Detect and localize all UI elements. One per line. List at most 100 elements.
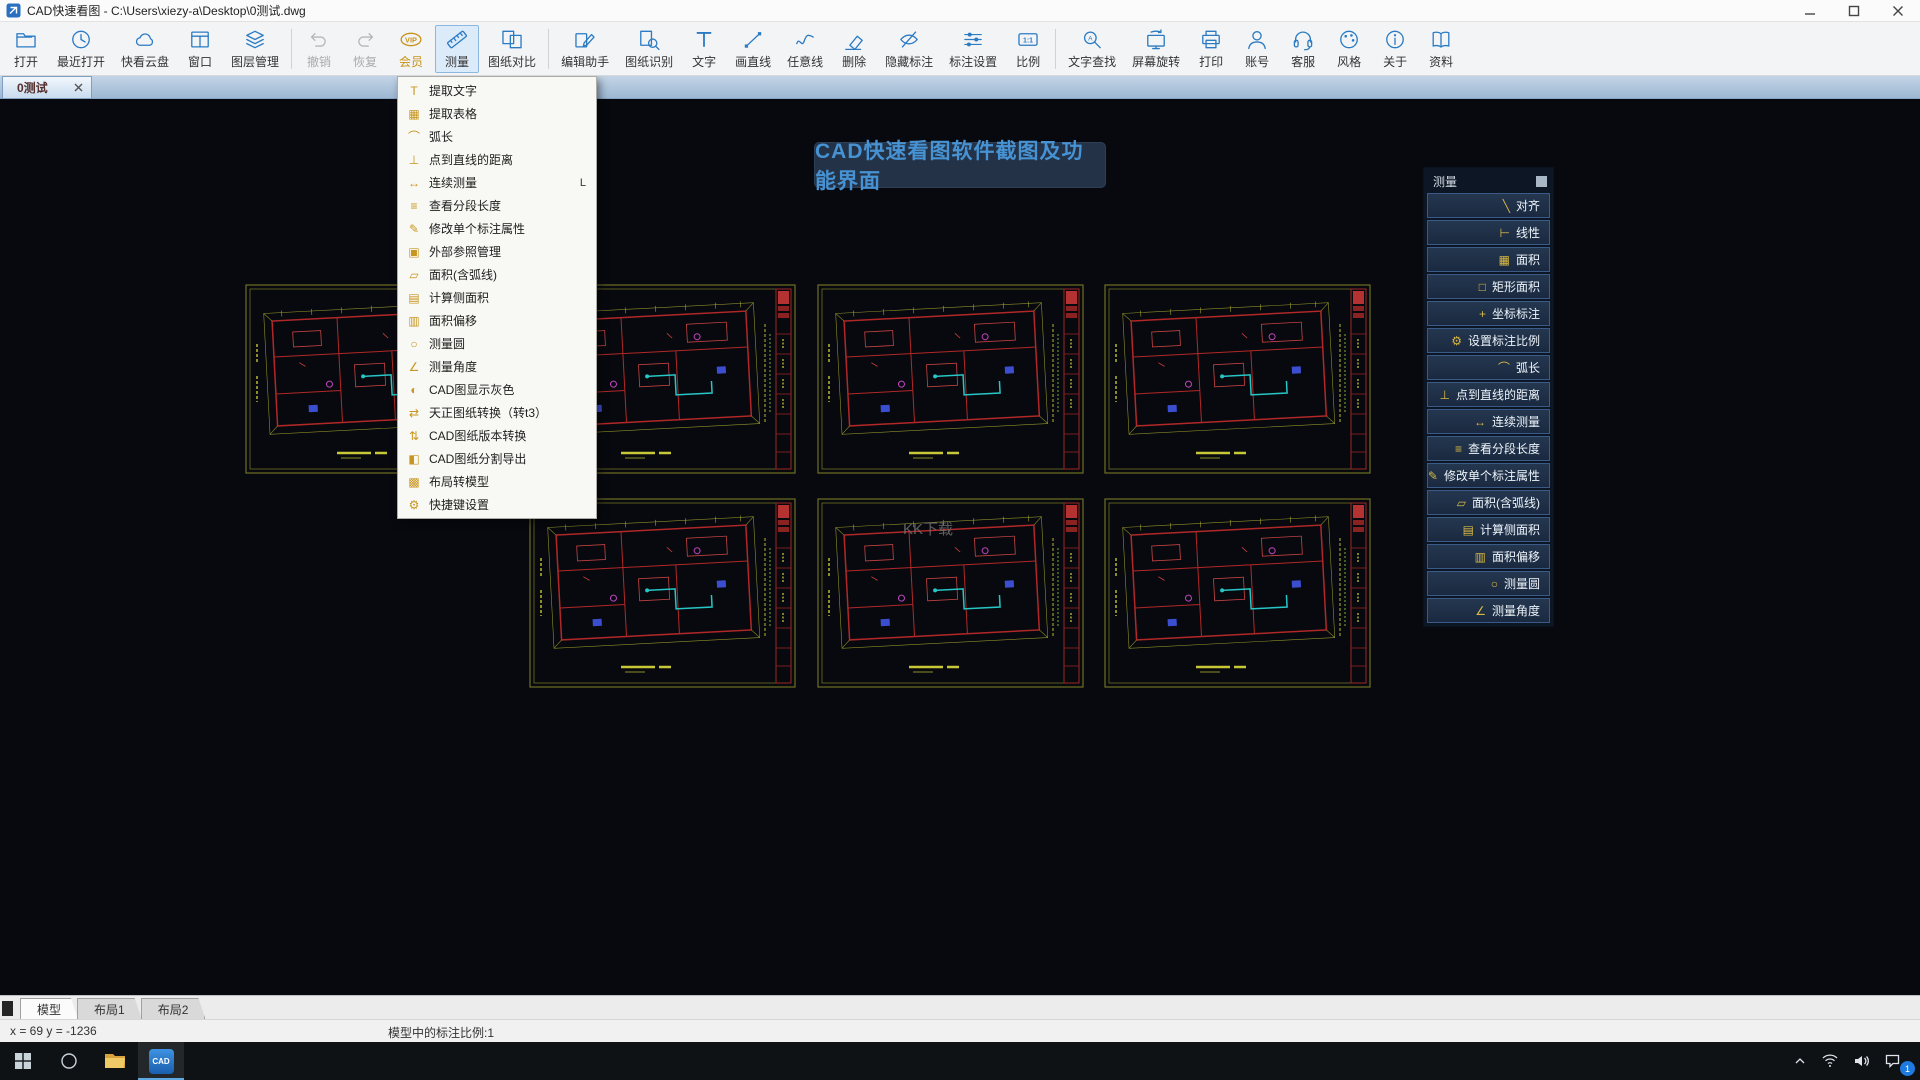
- toolbar-separator: [291, 28, 293, 69]
- menu-item[interactable]: ▦ 提取表格: [398, 102, 596, 125]
- screenshot-caption-badge: CAD快速看图软件截图及功能界面: [814, 140, 1106, 193]
- menu-item[interactable]: ✎ 修改单个标注属性: [398, 217, 596, 240]
- panel-item-label: 查看分段长度: [1467, 442, 1540, 456]
- toolbar-button-label: 关于: [1383, 54, 1408, 69]
- panel-item-icon: ⊥: [1439, 387, 1450, 402]
- toolbar-button[interactable]: 文字: [682, 25, 726, 73]
- menu-item[interactable]: ▥ 面积偏移: [398, 309, 596, 332]
- toolbar-button[interactable]: 风格: [1327, 25, 1371, 73]
- volume-button[interactable]: [1854, 1054, 1869, 1068]
- panel-item[interactable]: ⊥ 点到直线的距离: [1427, 382, 1550, 407]
- panel-item[interactable]: ▥ 面积偏移: [1427, 544, 1550, 569]
- menu-item[interactable]: ◐ CAD图显示灰色: [398, 378, 596, 401]
- model-layout-tab[interactable]: 布局1: [77, 998, 142, 1019]
- toolbar-button[interactable]: 图纸识别: [618, 25, 680, 73]
- panel-item[interactable]: ✎ 修改单个标注属性: [1427, 463, 1550, 488]
- toolbar-button[interactable]: 打开: [4, 25, 48, 73]
- panel-item[interactable]: ≡ 查看分段长度: [1427, 436, 1550, 461]
- drawing-thumbnail[interactable]: [1104, 284, 1371, 474]
- menu-item[interactable]: ▱ 面积(含弧线): [398, 263, 596, 286]
- toolbar-button-label: 测量: [445, 54, 470, 69]
- drawing-thumbnail[interactable]: [1104, 498, 1371, 688]
- toolbar-button[interactable]: 资料: [1419, 25, 1463, 73]
- document-tab[interactable]: 0测试: [2, 76, 92, 98]
- menu-item-icon: ◧: [408, 451, 420, 466]
- panel-close-button[interactable]: [1536, 175, 1547, 187]
- toolbar-button[interactable]: 客服: [1281, 25, 1325, 73]
- start-button[interactable]: [0, 1042, 46, 1080]
- toolbar-button[interactable]: 最近打开: [50, 25, 112, 73]
- toolbar-button-icon: [133, 28, 157, 51]
- menu-item-label: CAD图显示灰色: [429, 383, 515, 397]
- toolbar-button[interactable]: 标注设置: [942, 25, 1004, 73]
- toolbar-button[interactable]: 打印: [1189, 25, 1233, 73]
- panel-item[interactable]: ∠ 测量角度: [1427, 598, 1550, 623]
- panel-item[interactable]: □ 矩形面积: [1427, 274, 1550, 299]
- menu-item[interactable]: ▤ 计算侧面积: [398, 286, 596, 309]
- panel-item-icon: ╲: [1502, 198, 1510, 213]
- drawing-thumbnail[interactable]: [529, 498, 796, 688]
- toolbar-button[interactable]: 测量: [435, 24, 480, 73]
- model-layout-tab[interactable]: 模型: [20, 998, 78, 1019]
- panel-item[interactable]: ▤ 计算侧面积: [1427, 517, 1550, 542]
- menu-item[interactable]: ∠ 测量角度: [398, 355, 596, 378]
- toolbar-button[interactable]: 图纸对比: [481, 25, 543, 73]
- toolbar-button-icon: [692, 28, 716, 51]
- toolbar-button-label: 屏幕旋转: [1132, 54, 1181, 69]
- menu-item[interactable]: ⊥ 点到直线的距离: [398, 148, 596, 171]
- file-explorer-button[interactable]: [92, 1042, 138, 1080]
- toolbar-button[interactable]: 屏幕旋转: [1125, 25, 1187, 73]
- panel-item[interactable]: ⚙ 设置标注比例: [1427, 328, 1550, 353]
- menu-item[interactable]: ▩ 布局转模型: [398, 470, 596, 493]
- toolbar-button[interactable]: 恢复: [343, 25, 387, 73]
- toolbar-button[interactable]: 关于: [1373, 25, 1417, 73]
- toolbar-button[interactable]: 撤销: [297, 25, 341, 73]
- toolbar-button[interactable]: 画直线: [728, 25, 778, 73]
- model-layout-tab[interactable]: 布局2: [141, 998, 206, 1019]
- menu-item[interactable]: ⚙ 快捷键设置: [398, 493, 596, 516]
- toolbar-button[interactable]: 隐藏标注: [878, 25, 940, 73]
- network-button[interactable]: [1822, 1054, 1838, 1068]
- panel-item[interactable]: ⊢ 线性: [1427, 220, 1550, 245]
- maximize-button[interactable]: [1832, 0, 1876, 21]
- cortana-button[interactable]: [46, 1042, 92, 1080]
- panel-item[interactable]: ▦ 面积: [1427, 247, 1550, 272]
- window-title: CAD快速看图 - C:\Users\xiezy-a\Desktop\0测试.d…: [27, 4, 306, 18]
- cad-app-taskbar-button[interactable]: CAD: [138, 1042, 184, 1080]
- drawing-canvas[interactable]: CAD快速看图软件截图及功能界面 KK下载: [0, 99, 1920, 995]
- drawing-thumbnail[interactable]: [817, 284, 1084, 474]
- toolbar-button[interactable]: 账号: [1235, 25, 1279, 73]
- toolbar-separator: [548, 28, 550, 69]
- close-button[interactable]: [1876, 0, 1920, 21]
- menu-item[interactable]: ↔ 连续测量 L: [398, 171, 596, 194]
- toolbar-button[interactable]: 窗口: [178, 25, 222, 73]
- panel-item[interactable]: + 坐标标注: [1427, 301, 1550, 326]
- panel-item[interactable]: ▱ 面积(含弧线): [1427, 490, 1550, 515]
- toolbar-button[interactable]: 图层管理: [224, 25, 286, 73]
- panel-item[interactable]: ○ 测量圆: [1427, 571, 1550, 596]
- toolbar-button[interactable]: 比例: [1006, 25, 1050, 73]
- menu-item[interactable]: T 提取文字: [398, 79, 596, 102]
- menu-item[interactable]: ◧ CAD图纸分割导出: [398, 447, 596, 470]
- menu-item[interactable]: ⇄ 天正图纸转换（转t3）: [398, 401, 596, 424]
- toolbar-button[interactable]: 任意线: [780, 25, 830, 73]
- toolbar-button[interactable]: 删除: [832, 25, 876, 73]
- minimize-button[interactable]: [1788, 0, 1832, 21]
- toolbar-button[interactable]: 快看云盘: [114, 25, 176, 73]
- toolbar-button[interactable]: 文字查找: [1061, 25, 1123, 73]
- menu-item[interactable]: ⌒ 弧长: [398, 125, 596, 148]
- panel-item[interactable]: ⌒ 弧长: [1427, 355, 1550, 380]
- toolbar-button-icon: [897, 28, 921, 51]
- action-center-button[interactable]: [1885, 1054, 1900, 1068]
- menu-item[interactable]: ⇅ CAD图纸版本转换: [398, 424, 596, 447]
- menu-item[interactable]: ▣ 外部参照管理: [398, 240, 596, 263]
- toolbar-button-icon: [188, 28, 212, 51]
- menu-item[interactable]: ≡ 查看分段长度: [398, 194, 596, 217]
- panel-item[interactable]: ╲ 对齐: [1427, 193, 1550, 218]
- panel-item[interactable]: ↔ 连续测量: [1427, 409, 1550, 434]
- toolbar-button[interactable]: 编辑助手: [554, 25, 616, 73]
- tab-close-icon[interactable]: [74, 83, 83, 92]
- tray-expand-button[interactable]: [1794, 1056, 1806, 1066]
- menu-item[interactable]: ○ 测量圆: [398, 332, 596, 355]
- toolbar-button[interactable]: 会员: [389, 25, 433, 73]
